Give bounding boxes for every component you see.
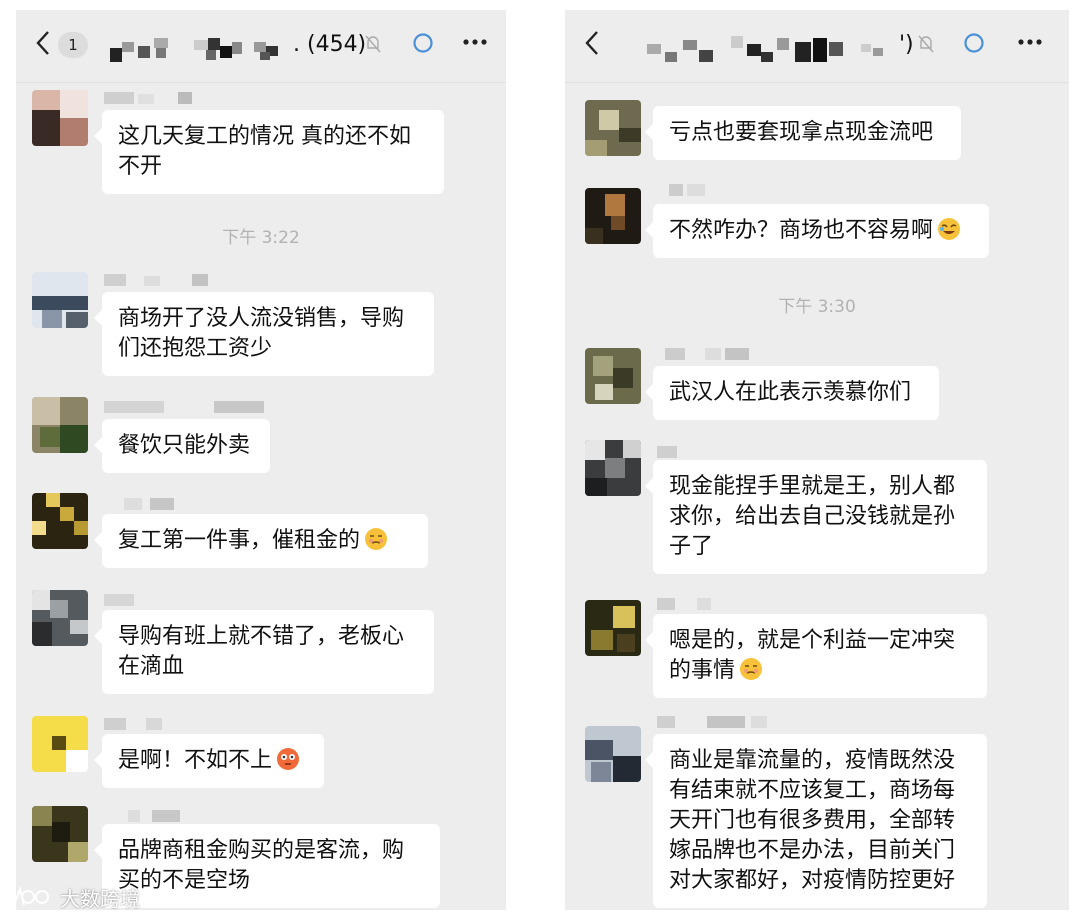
message-bubble[interactable]: 武汉人在此表示羡慕你们 [645, 366, 939, 420]
back-arrow-icon[interactable] [36, 30, 50, 56]
status-circle-icon[interactable] [412, 32, 434, 54]
message-text: 不然咋办？商场也不容易啊 [669, 218, 934, 243]
timestamp: 下午 3:22 [222, 228, 300, 248]
blurred-nickname [104, 594, 134, 606]
timestamp: 下午 3:30 [778, 297, 856, 317]
avatar[interactable] [585, 726, 641, 782]
mute-bell-icon [365, 35, 381, 53]
blurred-nickname [104, 274, 208, 286]
chat-title-suffix: ') [899, 32, 914, 57]
blurred-nickname [657, 716, 767, 728]
message-bubble[interactable]: 导购有班上就不错了，老板心在滴血 [94, 610, 434, 694]
avatar[interactable] [32, 806, 88, 862]
message-bubble[interactable]: 品牌商租金购买的是客流，购买的不是空场 [94, 824, 440, 908]
blurred-nickname [669, 184, 705, 196]
message-text: 嗯是的，就是个利益一定冲突的事情 [669, 628, 956, 683]
blurred-nickname [104, 718, 162, 730]
smirk-emoji-icon [739, 657, 763, 681]
blurred-nickname [104, 401, 264, 413]
message-bubble[interactable]: 复工第一件事，催租金的 [94, 514, 428, 568]
avatar[interactable] [32, 397, 88, 453]
status-circle-icon[interactable] [963, 32, 985, 54]
message-bubble[interactable]: 现金能捏手里就是王，别人都求你，给出去自己没钱就是孙子了 [645, 460, 987, 574]
message-bubble[interactable]: 商业是靠流量的，疫情既然没有结束就不应该复工，商场每天开门也有很多费用，全部转嫁… [645, 734, 987, 908]
blurred-nickname [665, 348, 749, 360]
chat-title-member-count: . (454) [293, 32, 367, 57]
flushed-emoji-icon [276, 747, 300, 771]
avatar[interactable] [585, 100, 641, 156]
message-bubble[interactable]: 嗯是的，就是个利益一定冲突的事情 [645, 614, 987, 698]
smirk-emoji-icon [364, 527, 388, 551]
watermark-text: 大数跨境 [60, 886, 140, 911]
message-bubble[interactable]: 这几天复工的情况 真的还不如不开 [94, 110, 444, 194]
chat-screen-right: ') 亏点也要套现拿点现金流吧 不然咋办？商场也不容易啊 下午 3:30 武汉人… [565, 10, 1069, 910]
rofl-emoji-icon [937, 217, 961, 241]
chat-screen-left: 1 . (454) 这几天复工的情况 真的还不如不开 下午 3:22 商场开了没… [16, 10, 506, 910]
avatar[interactable] [32, 716, 88, 772]
avatar[interactable] [585, 440, 641, 496]
avatar[interactable] [32, 272, 88, 328]
message-bubble[interactable]: 不然咋办？商场也不容易啊 [645, 204, 989, 258]
more-options-icon[interactable] [1017, 38, 1043, 46]
chat-header: 1 . (454) [16, 10, 506, 83]
blurred-chat-name [647, 36, 883, 62]
avatar[interactable] [32, 90, 88, 146]
avatar[interactable] [32, 590, 88, 646]
message-bubble[interactable]: 餐饮只能外卖 [94, 419, 270, 473]
avatar[interactable] [585, 348, 641, 404]
message-text: 复工第一件事，催租金的 [118, 528, 361, 553]
avatar[interactable] [585, 600, 641, 656]
watermark-logo-icon [13, 885, 50, 906]
more-options-icon[interactable] [462, 38, 488, 46]
blurred-nickname [104, 92, 192, 104]
avatar[interactable] [585, 188, 641, 244]
message-bubble[interactable]: 是啊！不如不上 [94, 734, 324, 788]
blurred-nickname [657, 446, 677, 458]
message-text: 是啊！不如不上 [118, 748, 273, 773]
watermark: 大数跨境 [10, 882, 140, 912]
message-bubble[interactable]: 亏点也要套现拿点现金流吧 [645, 106, 961, 160]
blurred-nickname [124, 498, 174, 510]
blurred-chat-name [110, 38, 278, 62]
chat-header: ') [565, 10, 1069, 83]
message-bubble[interactable]: 商场开了没人流没销售，导购们还抱怨工资少 [94, 292, 434, 376]
back-arrow-icon[interactable] [585, 30, 599, 56]
blurred-nickname [128, 810, 180, 822]
mute-bell-icon [918, 35, 934, 53]
avatar[interactable] [32, 493, 88, 549]
unread-count-badge[interactable]: 1 [58, 32, 88, 58]
blurred-nickname [657, 598, 711, 610]
